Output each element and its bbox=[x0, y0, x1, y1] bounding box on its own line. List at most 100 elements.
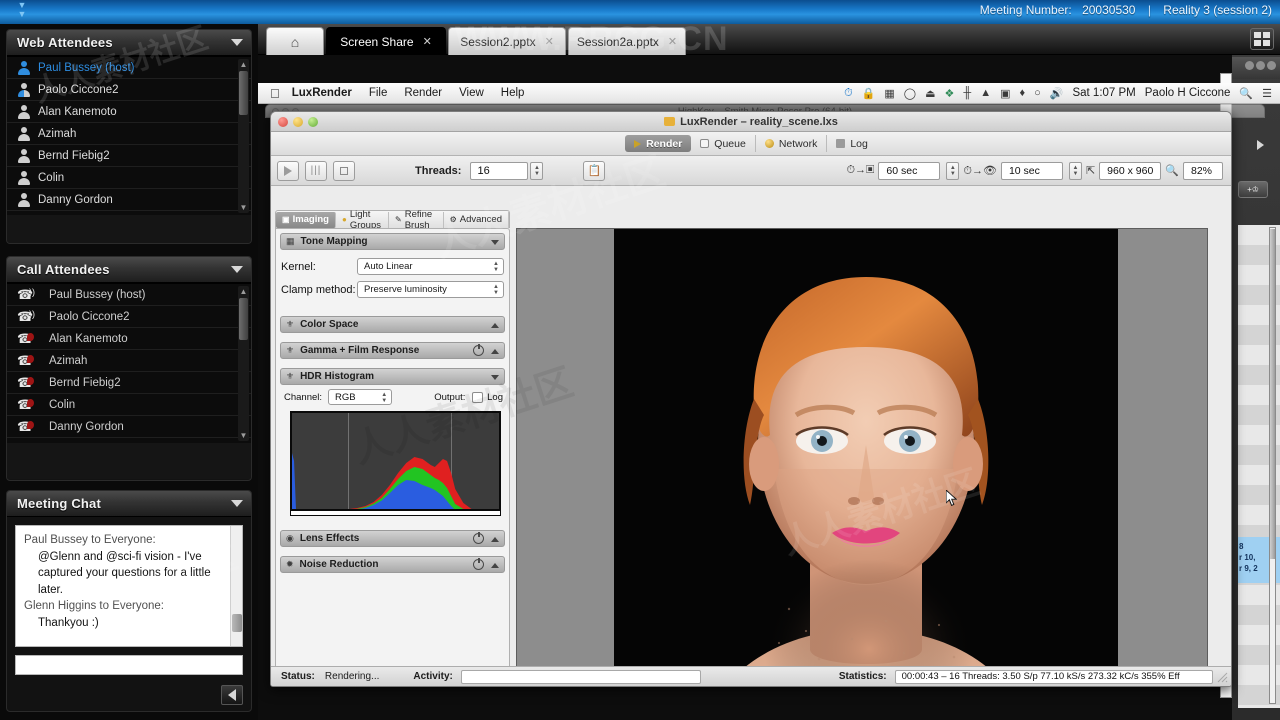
clock-icon[interactable]: ○ bbox=[1034, 87, 1041, 99]
calculator-icon[interactable]: ▦ bbox=[884, 87, 894, 100]
threads-stepper[interactable]: ▲ ▼ bbox=[530, 161, 544, 180]
tab-network[interactable]: Network bbox=[756, 135, 828, 152]
chat-send-button[interactable] bbox=[221, 685, 243, 705]
copy-to-clipboard-button[interactable]: 📋 bbox=[583, 160, 606, 181]
scroll-down-icon[interactable]: ▼ bbox=[239, 203, 248, 212]
tab-session2[interactable]: Session2.pptx ✕ bbox=[448, 27, 566, 55]
scrollbar-vertical[interactable]: ▲ ▼ bbox=[238, 286, 249, 441]
stepper-icon[interactable]: ▲ ▼ bbox=[493, 284, 499, 296]
section-tone-mapping[interactable]: ▦ Tone Mapping bbox=[280, 233, 505, 250]
list-item[interactable]: ☎ Danny Gordon bbox=[7, 416, 251, 438]
chevron-right-icon[interactable] bbox=[491, 563, 499, 568]
tab-advanced[interactable]: ⚙ Advanced bbox=[444, 211, 509, 228]
list-item[interactable]: ☎)) Paolo Ciccone2 bbox=[7, 306, 251, 328]
section-hdr-histogram[interactable]: ⚜ HDR Histogram bbox=[280, 368, 505, 385]
scrollbar-thumb[interactable] bbox=[1270, 229, 1275, 559]
scrollbar-vertical[interactable]: ▲ ▼ bbox=[238, 59, 249, 213]
render-pause-button[interactable]: ||| bbox=[305, 160, 327, 181]
shared-screen[interactable]: Favorites +♔ 8 r 10, r 9, 2  LuxRender … bbox=[258, 55, 1280, 720]
web-attendees-header[interactable]: Web Attendees bbox=[7, 30, 251, 56]
scrollbar-thumb[interactable] bbox=[239, 71, 248, 115]
menu-file[interactable]: File bbox=[369, 87, 388, 99]
section-gamma-film-response[interactable]: ⚜ Gamma + Film Response bbox=[280, 342, 505, 359]
close-icon[interactable]: ✕ bbox=[423, 35, 432, 48]
luxrender-window[interactable]: LuxRender – reality_scene.lxs Render Que… bbox=[270, 111, 1232, 687]
tab-screen-share[interactable]: Screen Share ✕ bbox=[326, 27, 446, 55]
dropbox-icon[interactable]: ▲ bbox=[980, 87, 991, 99]
play-icon[interactable] bbox=[1257, 140, 1264, 150]
chevron-down-icon[interactable] bbox=[231, 266, 243, 273]
render-stop-button[interactable] bbox=[333, 160, 355, 181]
log-checkbox[interactable] bbox=[472, 391, 484, 403]
section-color-space[interactable]: ⚜ Color Space bbox=[280, 316, 505, 333]
tab-light-groups[interactable]: ● Light Groups bbox=[336, 209, 390, 231]
zoom-display[interactable]: 82% bbox=[1183, 161, 1223, 180]
tab-home[interactable]: ⌂ bbox=[266, 27, 324, 55]
chevron-right-icon[interactable] bbox=[491, 349, 499, 354]
minimize-button[interactable] bbox=[293, 117, 303, 127]
section-lens-effects[interactable]: ◉ Lens Effects bbox=[280, 530, 505, 547]
list-item[interactable]: Alan Kanemoto bbox=[7, 101, 251, 123]
tab-session2a[interactable]: Session2a.pptx ✕ bbox=[568, 27, 686, 55]
volume-icon[interactable]: 🔊 bbox=[1050, 87, 1064, 100]
chevron-down-icon[interactable] bbox=[491, 240, 499, 245]
add-figure-button[interactable]: +♔ bbox=[1238, 181, 1268, 198]
display-interval-stepper[interactable]: ▲ ▼ bbox=[1068, 161, 1082, 180]
list-item[interactable]: Paul Bussey (host) bbox=[7, 57, 251, 79]
menu-luxrender[interactable]: LuxRender bbox=[292, 87, 352, 99]
power-toggle-icon[interactable] bbox=[473, 558, 484, 570]
kernel-select[interactable]: Auto Linear ▲ ▼ bbox=[357, 258, 504, 275]
tab-log[interactable]: Log bbox=[827, 135, 877, 152]
apple-logo-icon[interactable]:  bbox=[270, 86, 280, 101]
call-attendees-list[interactable]: ☎)) Paul Bussey (host) ☎)) Paolo Ciccone… bbox=[7, 283, 251, 443]
close-icon[interactable]: ✕ bbox=[545, 35, 554, 48]
list-item[interactable]: Danny Gordon bbox=[7, 189, 251, 211]
close-icon[interactable]: ✕ bbox=[668, 35, 677, 48]
scrollbar-thumb[interactable] bbox=[239, 298, 248, 340]
list-item[interactable]: ☎)) Paul Bussey (host) bbox=[7, 284, 251, 306]
chevron-down-icon[interactable] bbox=[491, 375, 499, 380]
app-icon[interactable]: ▣ bbox=[1000, 87, 1010, 100]
power-toggle-icon[interactable] bbox=[473, 344, 484, 356]
stepper-icon[interactable]: ▲ ▼ bbox=[381, 392, 387, 404]
tab-refine-brush[interactable]: ✎ Refine Brush bbox=[389, 209, 444, 231]
shield-icon[interactable]: ❖ bbox=[945, 87, 955, 100]
list-item[interactable]: ☎ Colin bbox=[7, 394, 251, 416]
bluetooth-icon[interactable]: ╫ bbox=[963, 87, 971, 99]
list-item[interactable]: ☎ Alan Kanemoto bbox=[7, 328, 251, 350]
scrollbar-thumb[interactable] bbox=[232, 614, 242, 632]
search-icon[interactable]: 🔍 bbox=[1239, 87, 1253, 100]
time-machine-icon[interactable]: ⏱ bbox=[844, 87, 853, 100]
chat-transcript[interactable]: Paul Bussey to Everyone: @Glenn and @sci… bbox=[15, 525, 243, 647]
channel-select[interactable]: RGB ▲ ▼ bbox=[328, 389, 393, 405]
luxrender-titlebar[interactable]: LuxRender – reality_scene.lxs bbox=[271, 112, 1231, 132]
tab-queue[interactable]: Queue bbox=[691, 135, 756, 152]
tab-imaging[interactable]: ▣ Imaging bbox=[276, 211, 336, 228]
section-noise-reduction[interactable]: ✹ Noise Reduction bbox=[280, 556, 505, 573]
pill-buttons[interactable] bbox=[1245, 61, 1276, 70]
magnifier-icon[interactable]: 🔍 bbox=[1165, 164, 1179, 177]
list-icon[interactable]: ☰ bbox=[1262, 87, 1272, 100]
list-item[interactable]: Paolo Ciccone2 bbox=[7, 79, 251, 101]
threads-input[interactable]: 16 bbox=[470, 161, 529, 180]
write-interval-input[interactable]: 60 sec bbox=[878, 161, 941, 180]
display-interval-input[interactable]: 10 sec bbox=[1000, 161, 1063, 180]
traffic-lights[interactable] bbox=[278, 117, 318, 127]
rendered-image[interactable] bbox=[614, 229, 1118, 686]
chevron-down-icon[interactable] bbox=[231, 39, 243, 46]
write-interval-stepper[interactable]: ▲ ▼ bbox=[946, 161, 960, 180]
chevron-right-icon[interactable] bbox=[491, 537, 499, 542]
eject-icon[interactable]: ⏏ bbox=[925, 87, 935, 100]
web-attendees-list[interactable]: Paul Bussey (host) Paolo Ciccone2 Alan K… bbox=[7, 56, 251, 215]
menu-render[interactable]: Render bbox=[404, 87, 442, 99]
updown-icon[interactable]: ♦ bbox=[1019, 87, 1025, 99]
chevron-down-icon[interactable] bbox=[231, 500, 243, 507]
render-viewport[interactable] bbox=[516, 228, 1208, 686]
scroll-up-icon[interactable]: ▲ bbox=[239, 287, 248, 296]
chat-scrollbar[interactable] bbox=[230, 526, 242, 646]
stepper-icon[interactable]: ▲ ▼ bbox=[493, 261, 499, 273]
render-play-button[interactable] bbox=[277, 160, 299, 181]
collapse-chevron-icon[interactable]: ▼ ▼ bbox=[14, 1, 30, 21]
menubar-clock[interactable]: Sat 1:07 PM bbox=[1072, 87, 1135, 99]
list-item[interactable]: ☎ Bernd Fiebig2 bbox=[7, 372, 251, 394]
